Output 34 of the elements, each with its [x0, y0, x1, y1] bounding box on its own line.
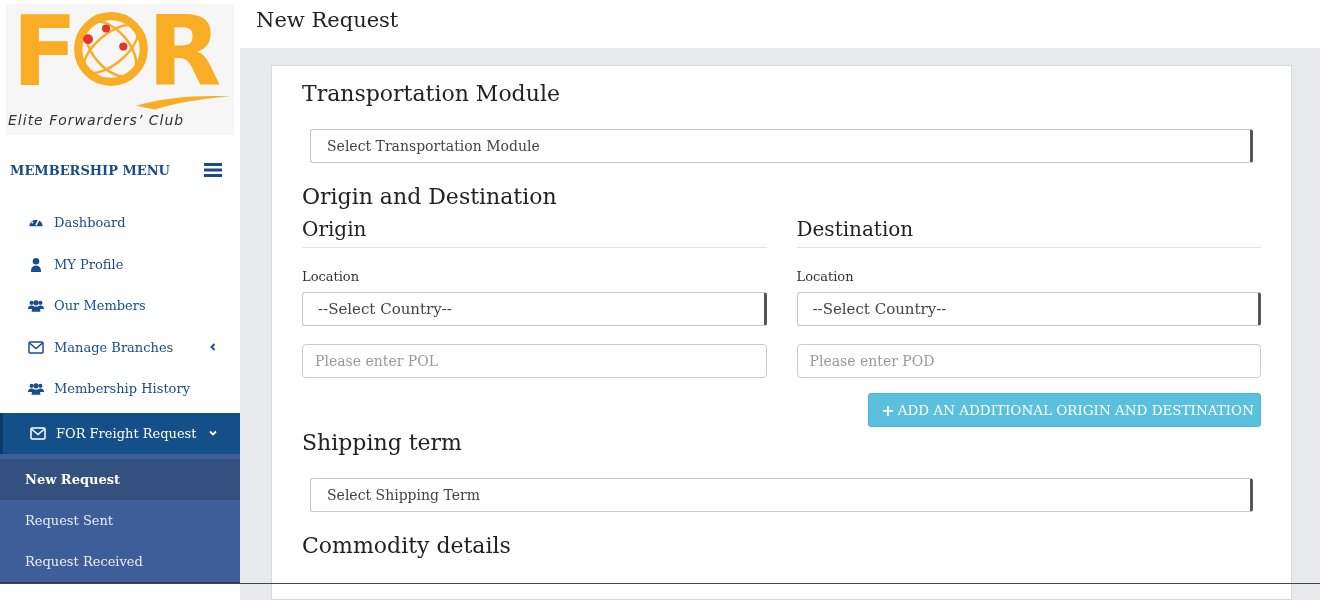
country-select[interactable]: --Select Country--: [302, 292, 767, 326]
submenu-item[interactable]: Request Received: [0, 541, 240, 582]
envelope-icon: [30, 425, 46, 441]
users-icon: [28, 298, 44, 314]
submenu-item[interactable]: New Request: [0, 459, 240, 500]
sidebar-item[interactable]: Our Members: [0, 285, 240, 327]
logo-letter: R: [147, 4, 222, 100]
section-heading: Shipping term: [302, 429, 463, 457]
port-input[interactable]: Please enter POD: [796, 344, 1261, 378]
field-label: Location: [302, 269, 361, 285]
users-icon: [28, 381, 44, 397]
submenu-item[interactable]: Request Sent: [0, 500, 240, 541]
logo-letter: F: [12, 4, 78, 100]
menu-icon[interactable]: [204, 163, 222, 177]
column-heading: Destination: [796, 215, 1261, 248]
field-label: Location: [796, 269, 855, 285]
sidebar-item[interactable]: MY Profile: [0, 243, 240, 285]
country-select[interactable]: --Select Country--: [796, 292, 1261, 326]
column-heading: Origin: [302, 215, 767, 248]
section-heading: Origin and Destination: [302, 183, 558, 211]
transport-select[interactable]: Select Transportation Module: [310, 129, 1253, 163]
envelope-icon: [28, 339, 44, 355]
shipping-select[interactable]: Select Shipping Term: [310, 478, 1253, 512]
user-icon: [28, 256, 44, 272]
port-input[interactable]: Please enter POL: [302, 344, 767, 378]
sidebar-item[interactable]: Manage Branches: [0, 326, 240, 368]
sidebar-item[interactable]: FOR Freight Request: [0, 412, 240, 454]
page-title: New Request: [256, 8, 399, 32]
logo-tagline: Elite Forwarders’ Club: [7, 112, 186, 128]
section-heading: Commodity details: [302, 532, 512, 560]
sidebar-item[interactable]: Membership History: [0, 368, 240, 410]
sidebar-item[interactable]: Dashboard: [0, 202, 240, 244]
section-heading: Transportation Module: [302, 80, 561, 108]
menu-title: MEMBERSHIP MENU: [10, 162, 170, 178]
